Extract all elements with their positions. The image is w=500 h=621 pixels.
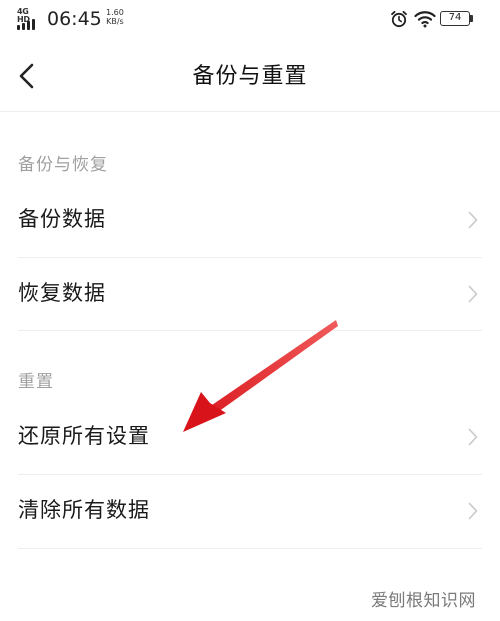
chevron-right-icon — [468, 428, 478, 446]
row-divider — [18, 548, 482, 549]
list-item-label: 清除所有数据 — [18, 498, 150, 522]
alarm-icon — [391, 10, 407, 28]
network-speed-unit: KB/s — [106, 17, 124, 26]
app-header: 备份与重置 — [0, 40, 500, 112]
section-header-backup-restore: 备份与恢复 — [18, 155, 108, 175]
list-item-erase-all-data[interactable]: 清除所有数据 — [0, 475, 500, 547]
chevron-right-icon — [468, 502, 478, 520]
section-header-reset: 重置 — [18, 372, 54, 392]
list-item-label: 还原所有设置 — [18, 424, 150, 448]
signal-icon: 4G HD — [17, 8, 43, 30]
page-title: 备份与重置 — [192, 64, 308, 89]
watermark: 爱刨根知识网 — [371, 591, 476, 611]
battery-icon: 74 — [440, 11, 473, 26]
list-item-reset-all-settings[interactable]: 还原所有设置 — [0, 401, 500, 473]
list-item-backup-data[interactable]: 备份数据 — [0, 184, 500, 256]
chevron-right-icon — [468, 211, 478, 229]
chevron-right-icon — [468, 285, 478, 303]
network-speed-value: 1.60 — [106, 8, 124, 17]
wifi-icon — [414, 11, 436, 28]
list-item-label: 恢复数据 — [18, 281, 106, 305]
network-speed: 1.60 KB/s — [106, 8, 124, 26]
row-divider — [18, 330, 482, 331]
status-time: 06:45 — [47, 8, 102, 30]
header-divider — [0, 111, 500, 112]
status-bar: 4G HD 06:45 1.60 KB/s 74 — [0, 0, 500, 40]
list-item-restore-data[interactable]: 恢复数据 — [0, 258, 500, 330]
list-item-label: 备份数据 — [18, 207, 106, 231]
battery-level: 74 — [440, 11, 470, 26]
